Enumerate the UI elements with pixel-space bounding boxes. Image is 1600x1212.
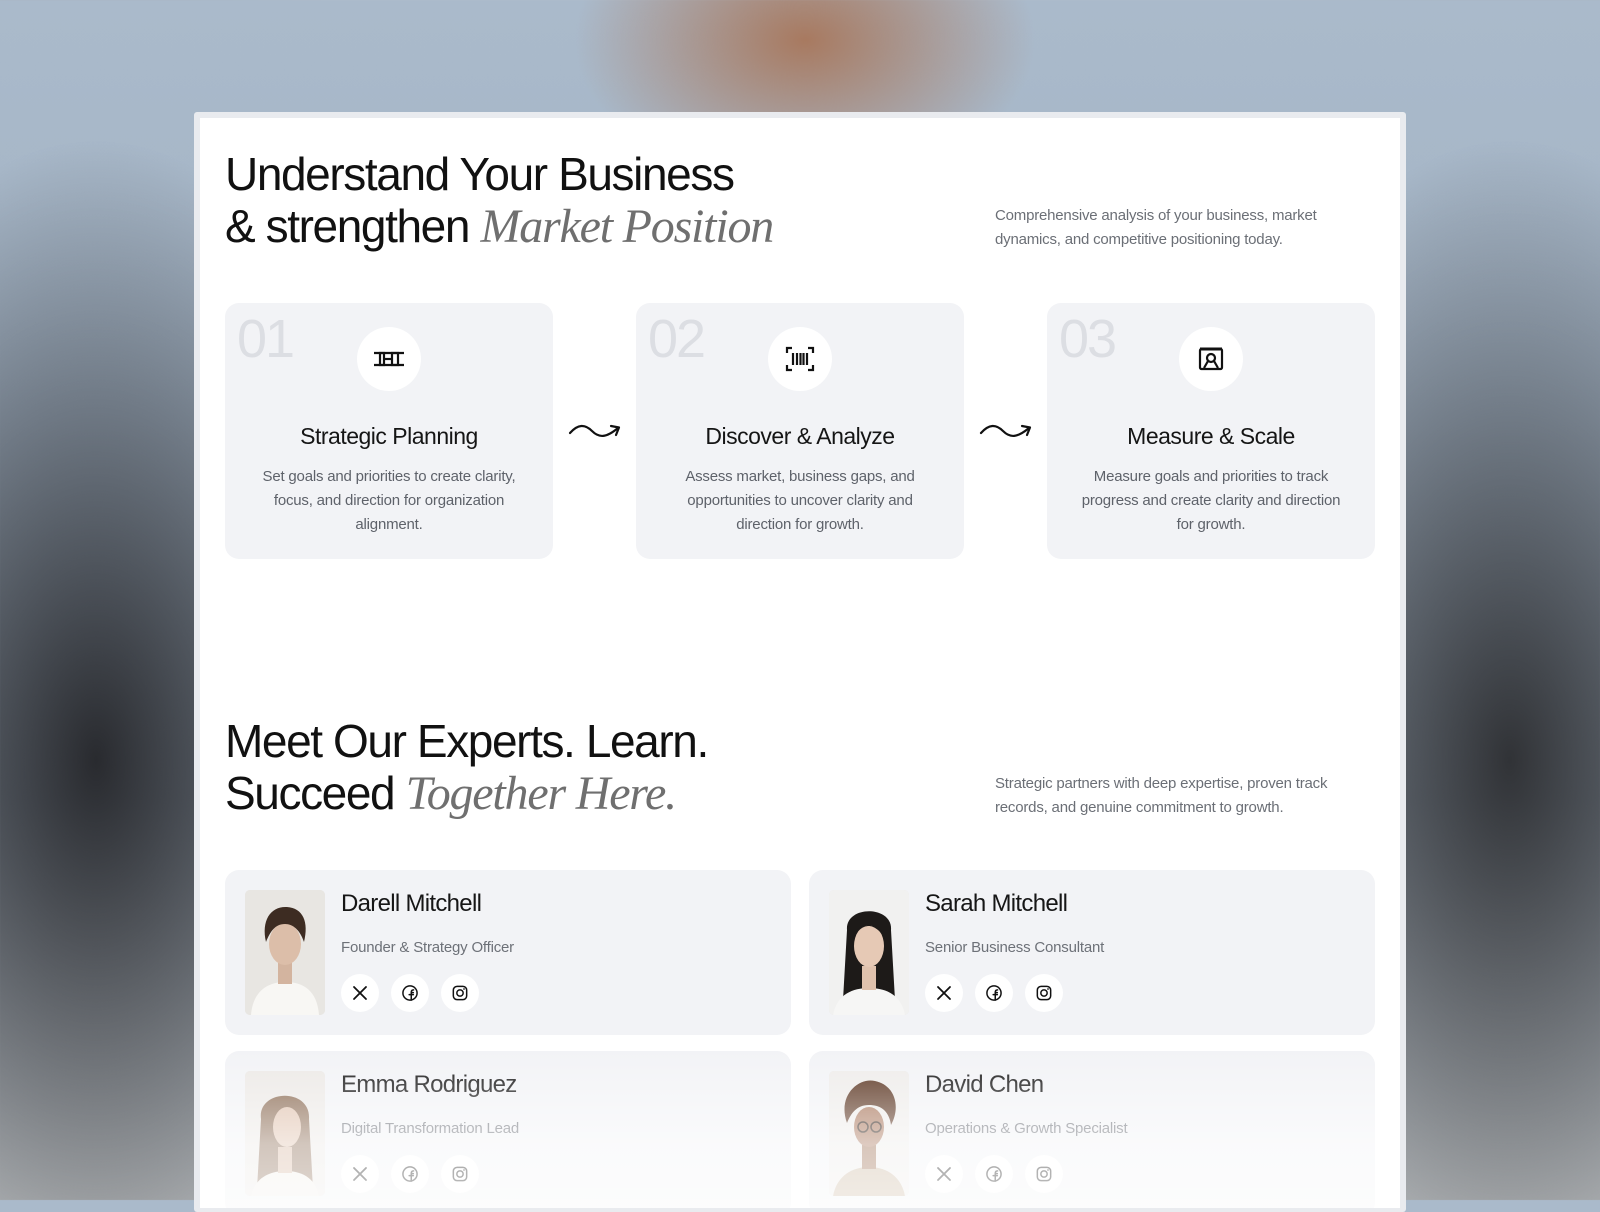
step-title: Discover & Analyze	[705, 423, 895, 449]
avatar	[829, 890, 909, 1015]
facebook-link-button[interactable]	[975, 1155, 1013, 1193]
step-number: 03	[1059, 309, 1117, 369]
x-icon	[351, 1165, 369, 1183]
title-line-1: Understand Your Business	[225, 148, 735, 200]
expert-role: Digital Transformation Lead	[341, 1120, 520, 1137]
expert-card-sarah-mitchell[interactable]: Sarah Mitchell Senior Business Consultan…	[809, 870, 1375, 1035]
facebook-link-button[interactable]	[391, 1155, 429, 1193]
instagram-link-button[interactable]	[441, 974, 479, 1012]
step-number: 01	[237, 309, 295, 369]
social-links	[925, 974, 1063, 1012]
instagram-icon	[1034, 1164, 1054, 1184]
expert-card-darell-mitchell[interactable]: Darell Mitchell Founder & Strategy Offic…	[225, 870, 791, 1035]
section-title-business: Understand Your Business & strengthen Ma…	[225, 148, 774, 253]
facebook-link-button[interactable]	[975, 974, 1013, 1012]
instagram-icon	[1034, 983, 1054, 1003]
expert-role: Founder & Strategy Officer	[341, 939, 514, 956]
title-italic-accent: Together Here.	[405, 767, 677, 820]
expert-role: Operations & Growth Specialist	[925, 1120, 1128, 1137]
instagram-link-button[interactable]	[441, 1155, 479, 1193]
step-card-discover-analyze[interactable]: 02 Discover & Analyze Assess market, bus…	[636, 303, 964, 559]
step-icon-badge	[357, 327, 421, 391]
facebook-icon	[984, 1164, 1004, 1184]
title-line-1: Meet Our Experts. Learn.	[225, 715, 709, 767]
instagram-icon	[450, 983, 470, 1003]
strategy-icon	[374, 351, 404, 367]
social-links	[925, 1155, 1063, 1193]
step-card-strategic-planning[interactable]: 01 Strategic Planning Set goals and prio…	[225, 303, 553, 559]
step-icon-badge	[1179, 327, 1243, 391]
page-content: Understand Your Business & strengthen Ma…	[200, 118, 1400, 1208]
x-link-button[interactable]	[925, 974, 963, 1012]
barcode-scan-icon	[785, 346, 815, 372]
title-line-2: Succeed	[225, 767, 396, 819]
x-icon	[935, 1165, 953, 1183]
step-description: Measure goals and priorities to track pr…	[1081, 468, 1341, 533]
x-link-button[interactable]	[341, 1155, 379, 1193]
x-icon	[351, 984, 369, 1002]
facebook-icon	[400, 1164, 420, 1184]
section-description-business: Comprehensive analysis of your business,…	[995, 207, 1317, 248]
squiggle-arrow-icon	[979, 420, 1035, 442]
section-description-experts: Strategic partners with deep expertise, …	[995, 775, 1328, 816]
avatar	[829, 1071, 909, 1196]
x-link-button[interactable]	[341, 974, 379, 1012]
facebook-icon	[984, 983, 1004, 1003]
step-card-measure-scale[interactable]: 03 Measure & Scale Measure goals and pri…	[1047, 303, 1375, 559]
expert-card-emma-rodriguez[interactable]: Emma Rodriguez Digital Transformation Le…	[225, 1051, 791, 1208]
expert-name: Sarah Mitchell	[925, 890, 1068, 917]
title-italic-accent: Market Position	[480, 200, 774, 253]
presentation-chart-icon	[1198, 347, 1224, 371]
step-title: Strategic Planning	[300, 423, 478, 449]
social-links	[341, 974, 479, 1012]
instagram-link-button[interactable]	[1025, 1155, 1063, 1193]
step-title: Measure & Scale	[1127, 423, 1295, 449]
x-link-button[interactable]	[925, 1155, 963, 1193]
step-number: 02	[648, 309, 706, 369]
instagram-link-button[interactable]	[1025, 974, 1063, 1012]
expert-role: Senior Business Consultant	[925, 939, 1105, 956]
social-links	[341, 1155, 479, 1193]
title-line-2: & strengthen	[225, 200, 470, 252]
instagram-icon	[450, 1164, 470, 1184]
expert-name: Emma Rodriguez	[341, 1071, 517, 1098]
x-icon	[935, 984, 953, 1002]
avatar	[245, 890, 325, 1015]
step-description: Assess market, business gaps, and opport…	[685, 468, 915, 533]
expert-card-david-chen[interactable]: David Chen Operations & Growth Specialis…	[809, 1051, 1375, 1208]
expert-name: Darell Mitchell	[341, 890, 482, 917]
expert-name: David Chen	[925, 1071, 1044, 1098]
step-description: Set goals and priorities to create clari…	[262, 468, 516, 533]
facebook-icon	[400, 983, 420, 1003]
facebook-link-button[interactable]	[391, 974, 429, 1012]
squiggle-arrow-icon	[568, 420, 624, 442]
step-icon-badge	[768, 327, 832, 391]
avatar	[245, 1071, 325, 1196]
section-title-experts: Meet Our Experts. Learn. Succeed Togethe…	[225, 715, 709, 820]
